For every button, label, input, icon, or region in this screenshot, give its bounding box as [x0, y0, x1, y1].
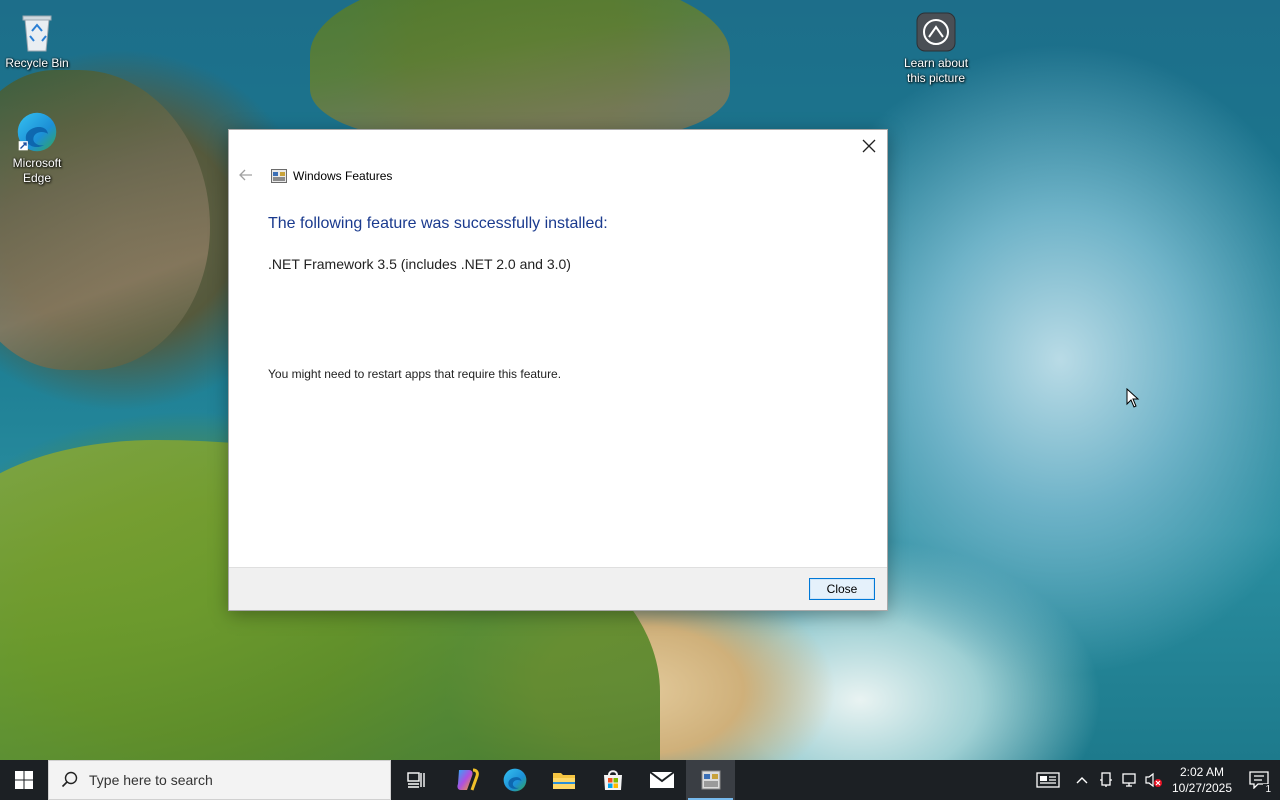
- restart-note: You might need to restart apps that requ…: [268, 367, 562, 381]
- volume-muted-icon: [1145, 772, 1162, 788]
- windows-features-icon: [701, 770, 720, 790]
- close-button[interactable]: Close: [809, 578, 875, 600]
- network-icon: [1122, 773, 1136, 787]
- notification-count-badge: 1: [1263, 784, 1273, 796]
- device-icon: [1100, 772, 1112, 787]
- edge-icon: [503, 768, 526, 792]
- tray-device-button[interactable]: [1094, 760, 1118, 800]
- clock-time: 2:02 AM: [1179, 765, 1225, 779]
- desktop-icon-edge[interactable]: Microsoft Edge: [0, 110, 77, 186]
- desktop-icon-label: Learn about this picture: [903, 56, 969, 85]
- installed-feature-name: .NET Framework 3.5 (includes .NET 2.0 an…: [268, 256, 571, 272]
- start-button[interactable]: [0, 760, 48, 800]
- taskbar-windows-features[interactable]: [686, 760, 735, 800]
- show-hidden-icons-button[interactable]: [1070, 760, 1094, 800]
- wallpaper-cliff-top: [310, 0, 730, 140]
- taskbar-copilot[interactable]: [441, 760, 490, 800]
- volume-button[interactable]: [1142, 760, 1166, 800]
- taskbar: Type here to search 2:02 AM 10/27/2025 1: [0, 760, 1280, 800]
- taskbar-microsoft-store[interactable]: [588, 760, 637, 800]
- desktop-icon-label: Microsoft Edge: [12, 156, 62, 185]
- folder-icon: [552, 773, 575, 789]
- desktop-icon-label: Recycle Bin: [5, 56, 69, 70]
- task-view-icon: [406, 772, 425, 788]
- search-placeholder: Type here to search: [89, 772, 213, 788]
- taskbar-task-view[interactable]: [392, 760, 441, 800]
- search-icon: [61, 771, 78, 788]
- close-icon: [862, 139, 876, 153]
- copilot-icon: [456, 768, 479, 791]
- news-widget[interactable]: [1026, 760, 1070, 800]
- taskbar-mail[interactable]: [637, 760, 686, 800]
- chevron-up-icon: [1076, 777, 1088, 784]
- desktop-icon-learn-about-picture[interactable]: Learn about this picture: [896, 10, 976, 86]
- windows-features-dialog: Windows Features The following feature w…: [229, 130, 887, 610]
- back-arrow-icon[interactable]: [239, 168, 259, 184]
- edge-icon: [15, 110, 59, 154]
- network-button[interactable]: [1118, 760, 1142, 800]
- dialog-header: Windows Features: [239, 166, 392, 186]
- learn-about-picture-icon: [914, 10, 958, 54]
- clock-date: 10/27/2025: [1171, 781, 1233, 795]
- mail-icon: [648, 771, 675, 788]
- windows-features-icon: [271, 169, 287, 183]
- taskbar-file-explorer[interactable]: [539, 760, 588, 800]
- clock[interactable]: 2:02 AM 10/27/2025: [1166, 764, 1238, 796]
- dialog-footer: Close: [229, 567, 887, 610]
- store-icon: [603, 770, 622, 790]
- cursor-arrow-icon: [1126, 387, 1140, 408]
- windows-logo-icon: [15, 771, 33, 789]
- dialog-close-button[interactable]: [857, 134, 881, 158]
- desktop-icon-recycle-bin[interactable]: Recycle Bin: [0, 10, 77, 71]
- taskbar-edge[interactable]: [490, 760, 539, 800]
- success-heading: The following feature was successfully i…: [268, 215, 608, 232]
- system-tray: 2:02 AM 10/27/2025 1: [1026, 760, 1280, 800]
- dialog-title: Windows Features: [293, 169, 393, 183]
- news-icon: [1036, 772, 1060, 788]
- taskbar-search-box[interactable]: Type here to search: [48, 760, 391, 800]
- notification-center-button[interactable]: 1: [1238, 760, 1280, 800]
- recycle-bin-icon: [15, 10, 59, 54]
